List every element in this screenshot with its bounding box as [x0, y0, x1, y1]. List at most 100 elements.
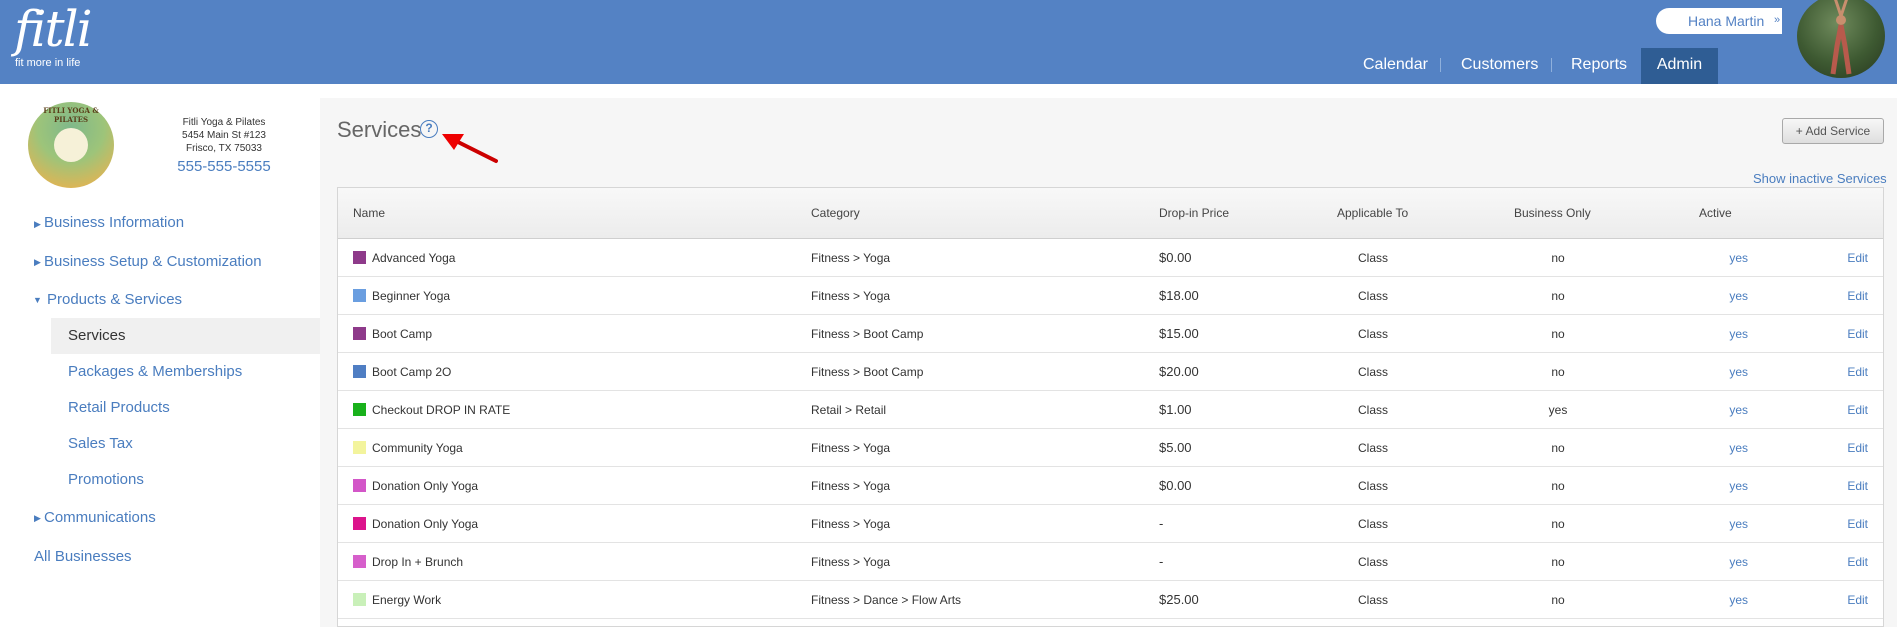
service-drop-in-price: - [1159, 554, 1164, 569]
service-active-link[interactable]: yes [1688, 555, 1748, 569]
service-applicable-to: Class [1357, 593, 1388, 607]
nav-divider [1440, 58, 1441, 72]
service-active-link[interactable]: yes [1688, 365, 1748, 379]
chevron-down-icon: » [1774, 14, 1781, 26]
table-row[interactable]: Donation Only Yoga Fitness > Yoga $0.00 Cla… [338, 467, 1883, 505]
business-name: Fitli Yoga & Pilates [182, 117, 266, 128]
edit-service-link[interactable]: Edit [1818, 251, 1868, 265]
edit-service-link[interactable]: Edit [1818, 327, 1868, 341]
service-business-only: no [1551, 365, 1565, 379]
service-color-swatch [353, 441, 366, 454]
show-inactive-services-link[interactable]: Show inactive Services [1753, 171, 1887, 186]
edit-service-link[interactable]: Edit [1818, 517, 1868, 531]
user-menu-button[interactable]: Hana Martin » [1656, 8, 1782, 34]
edit-service-link[interactable]: Edit [1818, 555, 1868, 569]
avatar[interactable] [1797, 0, 1885, 78]
sidebar-subitem-packages[interactable]: Packages & Memberships [68, 363, 242, 380]
user-name: Hana Martin [1688, 13, 1765, 29]
table-header: Name Category Drop-in Price Applicable T… [338, 188, 1883, 239]
table-row[interactable]: Drop In + Brunch Fitness > Yoga - Class no ye… [338, 543, 1883, 581]
sidebar-subitem-retail[interactable]: Retail Products [68, 399, 170, 416]
edit-service-link[interactable]: Edit [1818, 441, 1868, 455]
service-applicable-to: Class [1357, 289, 1388, 303]
service-active-link[interactable]: yes [1688, 517, 1748, 531]
edit-service-link[interactable]: Edit [1818, 289, 1868, 303]
service-active-link[interactable]: yes [1688, 593, 1748, 607]
table-row[interactable]: Donation Only Yoga Fitness > Yoga - Class no… [338, 505, 1883, 543]
service-active-link[interactable]: yes [1688, 251, 1748, 265]
edit-service-link[interactable]: Edit [1818, 403, 1868, 417]
table-row[interactable]: Community Yoga Fitness > Yoga $5.00 Class no… [338, 429, 1883, 467]
column-header-business-only[interactable]: Business Only [1514, 206, 1591, 220]
business-logo: FITLI YOGA & PILATES [28, 102, 114, 188]
service-active-link[interactable]: yes [1688, 479, 1748, 493]
table-row[interactable]: Beginner Yoga Fitness > Yoga $18.00 Class no… [338, 277, 1883, 315]
nav-divider [1551, 58, 1552, 72]
sidebar-subitem-services[interactable]: Services [51, 318, 320, 354]
service-color-swatch [353, 403, 366, 416]
table-row[interactable]: Advanced Yoga Fitness > Yoga $0.00 Class no y… [338, 239, 1883, 277]
edit-service-link[interactable]: Edit [1818, 479, 1868, 493]
column-header-drop-in-price[interactable]: Drop-in Price [1159, 206, 1229, 220]
service-name: Energy Work [372, 593, 442, 607]
edit-service-link[interactable]: Edit [1818, 593, 1868, 607]
nav-admin[interactable]: Admin [1641, 48, 1718, 84]
service-applicable-to: Class [1357, 555, 1388, 569]
column-header-name[interactable]: Name [353, 206, 385, 220]
column-header-active[interactable]: Active [1699, 206, 1732, 220]
service-applicable-to: Class [1357, 365, 1388, 379]
sidebar-subitem-sales-tax[interactable]: Sales Tax [68, 435, 133, 452]
service-color-swatch [353, 327, 366, 340]
service-applicable-to: Class [1357, 441, 1388, 455]
edit-service-link[interactable]: Edit [1818, 365, 1868, 379]
business-address: Fitli Yoga & Pilates 5454 Main St #123 F… [152, 116, 296, 155]
column-header-applicable-to[interactable]: Applicable To [1337, 206, 1408, 220]
fitli-logo[interactable]: fitli fit more in life [14, 0, 93, 69]
caret-right-icon: ▶ [34, 257, 41, 267]
service-name: Drop In + Brunch [372, 555, 464, 569]
service-name: Checkout DROP IN RATE [372, 403, 511, 417]
table-row[interactable]: Energy Work Fitness > Dance > Flow Arts $2… [338, 581, 1883, 619]
column-header-category[interactable]: Category [811, 206, 860, 220]
sidebar-item-business-setup[interactable]: Business Setup & Customization [44, 253, 262, 270]
service-active-link[interactable]: yes [1688, 441, 1748, 455]
nav-reports[interactable]: Reports [1571, 56, 1627, 73]
service-drop-in-price: $15.00 [1159, 326, 1199, 341]
service-business-only: no [1551, 441, 1565, 455]
service-active-link[interactable]: yes [1688, 403, 1748, 417]
service-drop-in-price: $20.00 [1159, 364, 1199, 379]
service-active-link[interactable]: yes [1688, 327, 1748, 341]
nav-calendar[interactable]: Calendar [1363, 56, 1428, 73]
logo-wordmark: fitli [14, 0, 93, 58]
service-drop-in-price: $5.00 [1159, 440, 1192, 455]
service-applicable-to: Class [1357, 403, 1388, 417]
business-logo-text: FITLI YOGA & PILATES [43, 106, 99, 124]
table-row[interactable]: Boot Camp Fitness > Boot Camp $15.00 Class n… [338, 315, 1883, 353]
table-row[interactable]: Boot Camp 2O Fitness > Boot Camp $20.00 Cla… [338, 353, 1883, 391]
service-drop-in-price: $0.00 [1159, 250, 1192, 265]
nav-customers[interactable]: Customers [1461, 56, 1538, 73]
service-business-only: no [1551, 593, 1565, 607]
service-business-only: no [1551, 327, 1565, 341]
service-business-only: no [1551, 479, 1565, 493]
table-row[interactable]: Checkout DROP IN RATE Retail > Retail $1.0… [338, 391, 1883, 429]
caret-down-icon: ▼ [33, 295, 42, 305]
service-business-only: no [1551, 289, 1565, 303]
business-street: 5454 Main St #123 [182, 130, 266, 141]
service-category: Fitness > Boot Camp [811, 365, 924, 379]
service-applicable-to: Class [1357, 251, 1388, 265]
service-active-link[interactable]: yes [1688, 289, 1748, 303]
service-category: Fitness > Boot Camp [811, 327, 924, 341]
sidebar-item-all-businesses[interactable]: All Businesses [34, 548, 132, 565]
sidebar-item-business-information[interactable]: Business Information [44, 214, 184, 231]
business-phone[interactable]: 555-555-5555 [152, 158, 296, 175]
sidebar-subitem-promotions[interactable]: Promotions [68, 471, 144, 488]
sidebar-subitem-services-label: Services [68, 327, 126, 344]
sidebar-item-communications[interactable]: Communications [44, 509, 156, 526]
service-category: Fitness > Yoga [811, 441, 891, 455]
service-drop-in-price: $1.00 [1159, 402, 1192, 417]
sidebar-item-products-services[interactable]: Products & Services [47, 291, 182, 308]
service-name: Community Yoga [372, 441, 463, 455]
help-icon[interactable]: ? [420, 120, 438, 138]
add-service-button[interactable]: + Add Service [1782, 118, 1884, 144]
